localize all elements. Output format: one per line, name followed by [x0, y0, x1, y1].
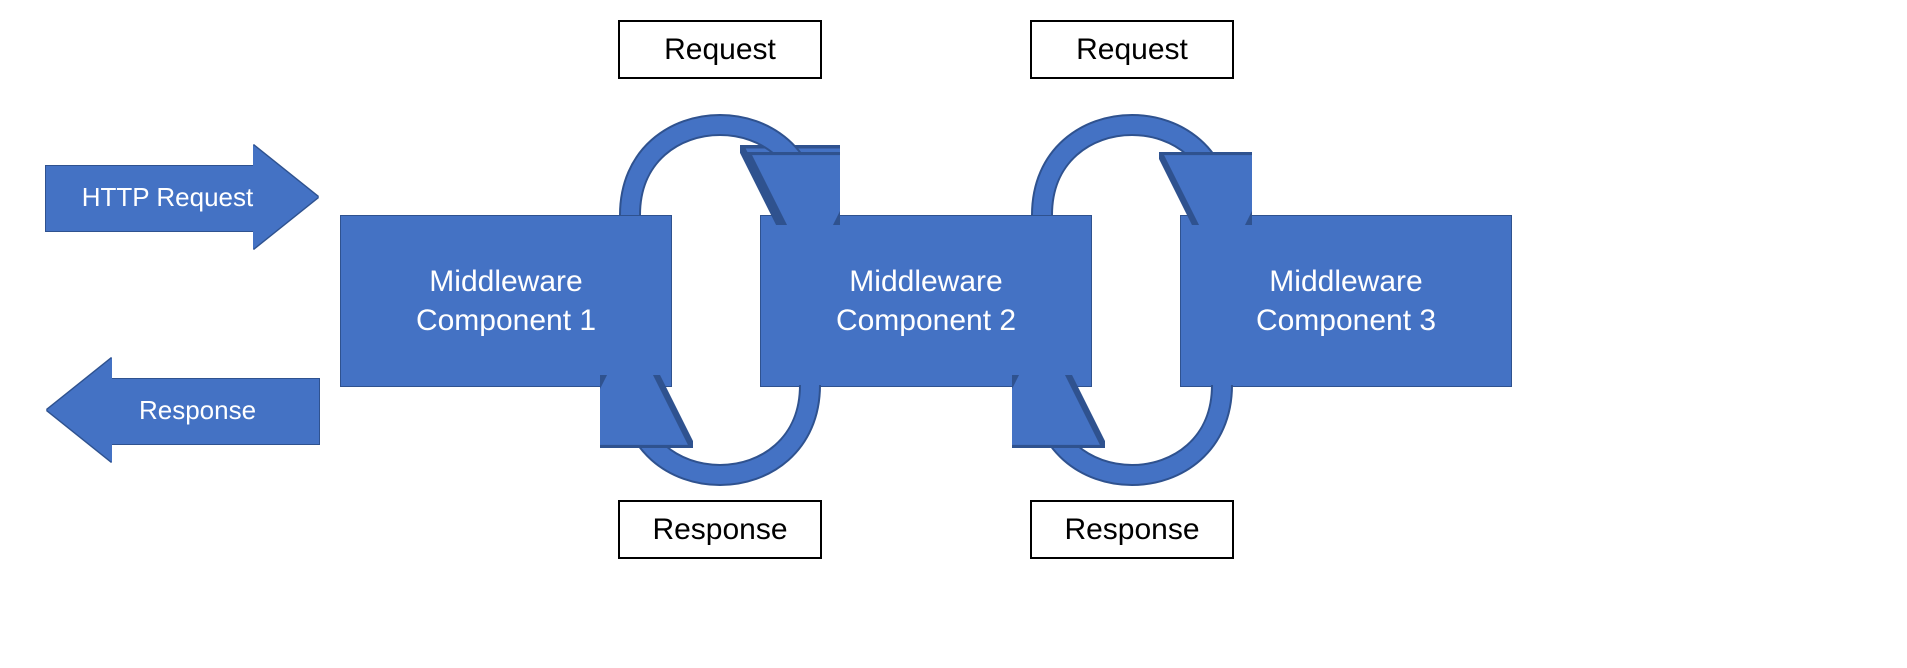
- middleware-component-3: Middleware Component 3: [1180, 215, 1512, 387]
- request-label-2-3: Request: [1030, 20, 1234, 79]
- middleware-line1: Middleware: [1269, 265, 1422, 298]
- middleware-title: Middleware Component 1: [416, 262, 596, 340]
- middleware-line2: Component 3: [1256, 304, 1436, 337]
- diagram-stage: HTTP Request Response Middleware Compone…: [0, 0, 1907, 668]
- response-label-2-1: Response: [618, 500, 822, 559]
- curved-arrow-request-1-2-icon: [600, 55, 840, 225]
- middleware-component-2: Middleware Component 2: [760, 215, 1092, 387]
- request-label-1-2: Request: [618, 20, 822, 79]
- http-request-arrow: HTTP Request: [45, 145, 320, 250]
- middleware-line2: Component 1: [416, 304, 596, 337]
- middleware-title: Middleware Component 3: [1256, 262, 1436, 340]
- http-request-label: HTTP Request: [82, 182, 283, 213]
- middleware-line1: Middleware: [849, 265, 1002, 298]
- middleware-title: Middleware Component 2: [836, 262, 1016, 340]
- http-response-label: Response: [109, 395, 256, 426]
- middleware-line2: Component 2: [836, 304, 1016, 337]
- arrow-head-icon: [47, 358, 112, 462]
- response-label-3-2: Response: [1030, 500, 1234, 559]
- middleware-component-1: Middleware Component 1: [340, 215, 672, 387]
- middleware-line1: Middleware: [429, 265, 582, 298]
- curved-arrow-request-2-3-icon: [1012, 55, 1252, 225]
- http-response-arrow: Response: [45, 358, 320, 463]
